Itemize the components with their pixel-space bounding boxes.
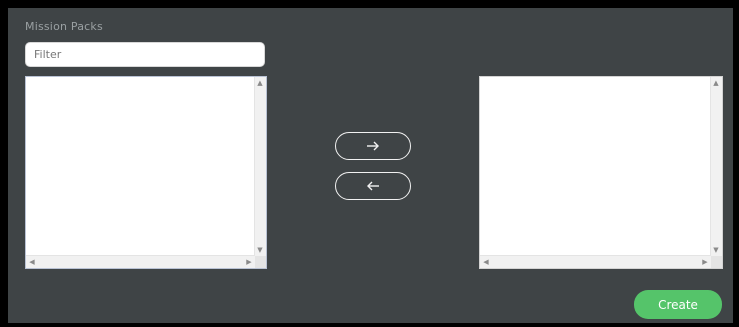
filter-input[interactable] bbox=[25, 42, 265, 67]
scroll-down-icon[interactable]: ▼ bbox=[255, 246, 265, 254]
remove-from-selected-button[interactable] bbox=[335, 172, 411, 200]
arrow-left-icon bbox=[367, 181, 379, 191]
section-title: Mission Packs bbox=[25, 20, 103, 33]
scroll-left-icon[interactable]: ◀ bbox=[27, 258, 37, 266]
scroll-right-icon[interactable]: ▶ bbox=[244, 258, 254, 266]
selected-mission-packs-list[interactable]: ▲ ▼ ◀ ▶ bbox=[479, 76, 723, 269]
scroll-down-icon[interactable]: ▼ bbox=[711, 246, 721, 254]
scrollbar-corner bbox=[711, 256, 722, 268]
scroll-up-icon[interactable]: ▲ bbox=[711, 79, 721, 87]
vertical-scrollbar[interactable]: ▲ ▼ bbox=[254, 77, 266, 256]
scroll-right-icon[interactable]: ▶ bbox=[700, 258, 710, 266]
horizontal-scrollbar[interactable]: ◀ ▶ bbox=[480, 255, 711, 268]
add-to-selected-button[interactable] bbox=[335, 132, 411, 160]
create-button[interactable]: Create bbox=[634, 290, 722, 319]
available-mission-packs-list[interactable]: ▲ ▼ ◀ ▶ bbox=[25, 76, 267, 269]
scroll-left-icon[interactable]: ◀ bbox=[481, 258, 491, 266]
scroll-up-icon[interactable]: ▲ bbox=[255, 79, 265, 87]
mission-packs-panel: Mission Packs ▲ ▼ ◀ ▶ ▲ ▼ ◀ ▶ bbox=[8, 8, 733, 323]
horizontal-scrollbar[interactable]: ◀ ▶ bbox=[26, 255, 255, 268]
scrollbar-corner bbox=[255, 256, 266, 268]
vertical-scrollbar[interactable]: ▲ ▼ bbox=[710, 77, 722, 256]
arrow-right-icon bbox=[367, 141, 379, 151]
